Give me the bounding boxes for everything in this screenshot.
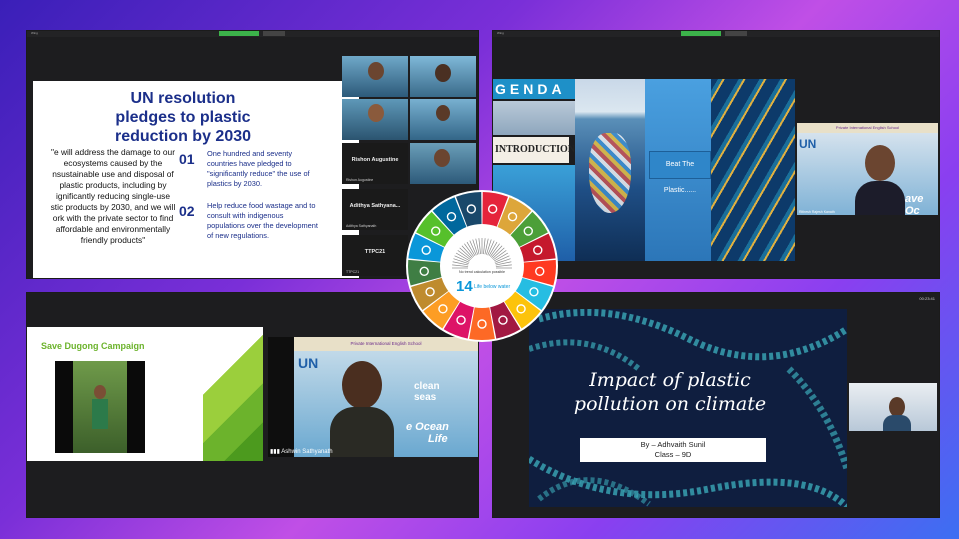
speaker-video[interactable]: Private International English School UN …: [797, 123, 938, 217]
shared-slide: UN resolution pledges to plastic reducti…: [33, 81, 359, 278]
participant-avatar: [435, 64, 451, 82]
presenter-body: [883, 415, 911, 431]
ashwin-video[interactable]: Private International English School UN …: [268, 337, 478, 457]
school-banner: Private International English School: [797, 123, 938, 133]
gauge-tick: [478, 238, 481, 255]
video-panel-top-right[interactable]: Wing GENDA INTRODUCTION Beat The Plastic…: [492, 30, 940, 279]
participant-thumb-1[interactable]: [342, 56, 408, 97]
save-ocean-text: e Ocean Life: [406, 421, 449, 445]
goal-label: Life below water: [474, 284, 511, 290]
gauge-tick: [495, 261, 512, 266]
recording-indicator: [681, 31, 721, 36]
dugong-slide-title: Save Dugong Campaign: [41, 341, 145, 351]
participant-avatar: [434, 149, 450, 167]
meeting-timer: 00:23:41: [919, 296, 935, 301]
save-ocean-text: ave Oc: [905, 193, 924, 217]
participant-avatar: [368, 104, 384, 122]
child-body: [92, 399, 108, 429]
sdg-center: No trend calculation possible 14 Life be…: [442, 226, 522, 306]
point-number-2: 02: [179, 203, 195, 219]
point-text-2: Help reduce food wastage and to consult …: [207, 201, 318, 240]
ashwin-background: Private International English School UN …: [294, 337, 478, 457]
signal-icon: ▮▮▮: [270, 449, 282, 455]
un-logo: UN: [298, 355, 319, 371]
gauge-tick: [452, 261, 469, 266]
child-avatar: [94, 385, 106, 399]
participant-avatar: [436, 105, 450, 121]
slide-decoration: [203, 327, 263, 461]
participant-avatar: [368, 62, 384, 80]
participant-thumb-2[interactable]: [410, 56, 476, 97]
speaker-body: [855, 181, 905, 215]
agenda-banner: GENDA: [493, 79, 575, 99]
point-text-1: One hundred and seventy countries have p…: [207, 149, 310, 188]
goal-number: 14: [456, 278, 473, 295]
ashwin-body: [330, 407, 394, 457]
gauge-tick: [475, 238, 480, 255]
beat-plastic-label: Beat The Plastic......: [649, 151, 711, 194]
gauge-tick: [495, 264, 512, 267]
toolbar-label: Wing: [497, 31, 504, 35]
fish-school-image: [711, 79, 795, 261]
speaker-avatar: [865, 145, 895, 181]
presenter-video[interactable]: [849, 383, 937, 431]
class-line: Class – 9D: [654, 450, 692, 459]
view-options[interactable]: [725, 31, 747, 36]
participant-tile-adithya[interactable]: Adithya Sathyana... Adithya Sathyanath: [342, 189, 408, 230]
slide-title: UN resolution pledges to plastic reducti…: [114, 90, 252, 145]
gauge-tick: [452, 264, 469, 267]
slide-quote: "e will address the damage to our ecosys…: [50, 147, 176, 245]
dugong-slide: Save Dugong Campaign: [27, 327, 263, 461]
sdg-wheel: No trend calculation possible 14 Life be…: [405, 189, 559, 343]
iceberg-image: [575, 79, 645, 261]
point-number-1: 01: [179, 151, 195, 167]
participant-tile-rishon[interactable]: Rishon Augustine Rishon Augustine: [342, 143, 408, 184]
gauge-tick: [484, 238, 489, 255]
view-options[interactable]: [263, 31, 285, 36]
recording-indicator: [219, 31, 259, 36]
meeting-toolbar: Wing: [493, 31, 939, 37]
participant-thumb-3[interactable]: [342, 99, 408, 140]
agenda-image-top: [493, 101, 575, 135]
un-logo: UN: [799, 137, 817, 151]
participant-thumb-4[interactable]: [410, 99, 476, 140]
speaker-label: Rithesh Rajesh Kanath: [799, 210, 835, 214]
author-line: By – Adhvaith Sunil: [640, 440, 706, 449]
presenter-avatar: [889, 397, 905, 417]
trend-caption: No trend calculation possible: [459, 270, 505, 274]
participant-tile-ttpc21[interactable]: TTPC21 TTPC21: [342, 235, 408, 276]
introduction-card: INTRODUCTION: [493, 137, 575, 163]
gauge-tick: [483, 238, 486, 255]
meeting-toolbar: Wing: [27, 31, 478, 37]
impact-slide-title: Impact of plastic pollution on climate: [573, 369, 767, 415]
ashwin-label: ▮▮▮ Ashwin Sathyanath: [270, 449, 333, 455]
toolbar-label: Wing: [31, 31, 38, 35]
participant-thumb-5[interactable]: [410, 143, 476, 184]
author-box: By – Adhvaith Sunil Class – 9D: [580, 438, 766, 462]
trend-gauge-icon: [452, 238, 512, 269]
ashwin-avatar: [342, 361, 382, 409]
plastic-pile: [589, 133, 631, 213]
clean-seas-logo: clean seas: [414, 381, 440, 403]
video-frame: [73, 361, 127, 453]
dugong-video[interactable]: [55, 361, 145, 453]
